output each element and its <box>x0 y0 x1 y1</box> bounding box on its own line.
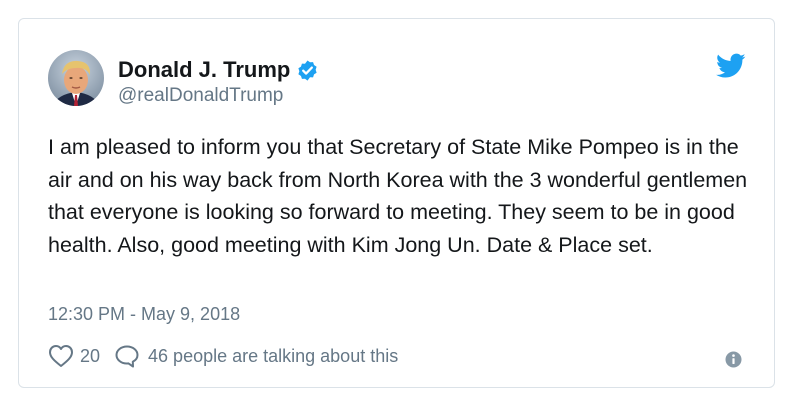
like-button[interactable]: 20 <box>48 344 114 368</box>
avatar[interactable] <box>48 50 104 106</box>
avatar-photo <box>48 50 104 106</box>
user-handle[interactable]: @realDonaldTrump <box>118 84 283 108</box>
tweet-actions: 20 46 people are talking about this <box>48 344 398 368</box>
tweet-timestamp[interactable]: 12:30 PM - May 9, 2018 <box>48 302 240 326</box>
author-name-row: Donald J. Trump <box>118 57 319 83</box>
display-name[interactable]: Donald J. Trump <box>118 57 290 83</box>
info-icon[interactable] <box>725 351 742 368</box>
heart-icon <box>48 344 74 368</box>
tweet-text: I am pleased to inform you that Secretar… <box>48 135 748 257</box>
speech-bubble-icon <box>114 344 140 368</box>
talking-count-label: 46 people are talking about this <box>148 345 399 366</box>
twitter-bird-icon[interactable] <box>716 53 746 79</box>
tweet-card: Donald J. Trump @realDonaldTrump I am pl… <box>18 18 775 388</box>
like-count: 20 <box>80 345 101 366</box>
verified-badge-icon <box>296 59 319 82</box>
conversation-link[interactable]: 46 people are talking about this <box>114 344 398 368</box>
